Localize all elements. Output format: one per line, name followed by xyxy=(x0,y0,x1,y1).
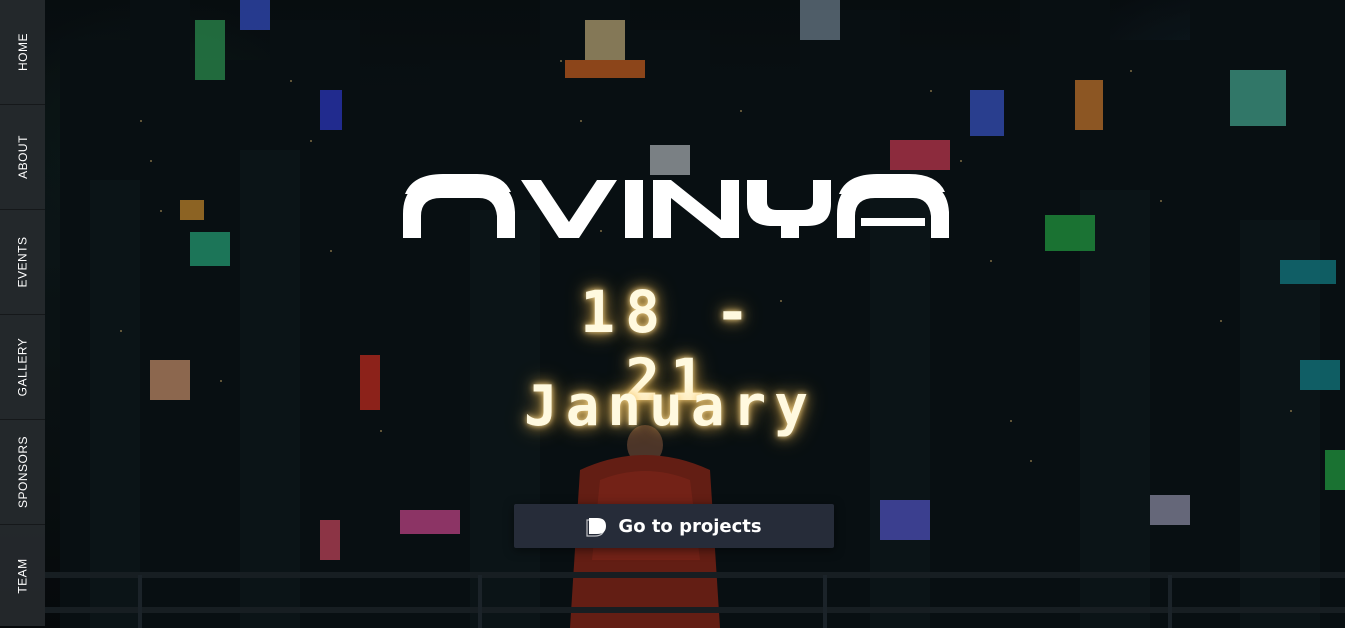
nav-item-team[interactable]: TEAM xyxy=(0,525,45,626)
hero-section: AVINYA xyxy=(0,0,1345,628)
nav-item-label: EVENTS xyxy=(15,236,30,288)
nav-item-label: SPONSORS xyxy=(15,435,30,509)
avinya-logo: AVINYA xyxy=(403,174,949,238)
nav-item-label: ABOUT xyxy=(15,135,30,179)
nav-item-label: HOME xyxy=(15,33,30,71)
nav-item-label: TEAM xyxy=(15,557,30,594)
nav-item-home[interactable]: HOME xyxy=(0,0,45,105)
go-to-projects-button[interactable]: Go to projects xyxy=(514,504,834,548)
nav-item-label: GALLERY xyxy=(15,337,30,397)
nav-item-events[interactable]: EVENTS xyxy=(0,210,45,315)
avinya-wordmark-icon xyxy=(403,174,949,238)
event-month: January xyxy=(523,374,816,439)
go-to-projects-label: Go to projects xyxy=(618,515,762,537)
nav-item-sponsors[interactable]: SPONSORS xyxy=(0,420,45,525)
landing-page: HOME ABOUT EVENTS GALLERY SPONSORS TEAM … xyxy=(0,0,1345,628)
nav-item-about[interactable]: ABOUT xyxy=(0,105,45,210)
devfolio-logo-icon xyxy=(586,518,607,537)
nav-item-gallery[interactable]: GALLERY xyxy=(0,315,45,420)
side-navigation: HOME ABOUT EVENTS GALLERY SPONSORS TEAM xyxy=(0,0,45,628)
